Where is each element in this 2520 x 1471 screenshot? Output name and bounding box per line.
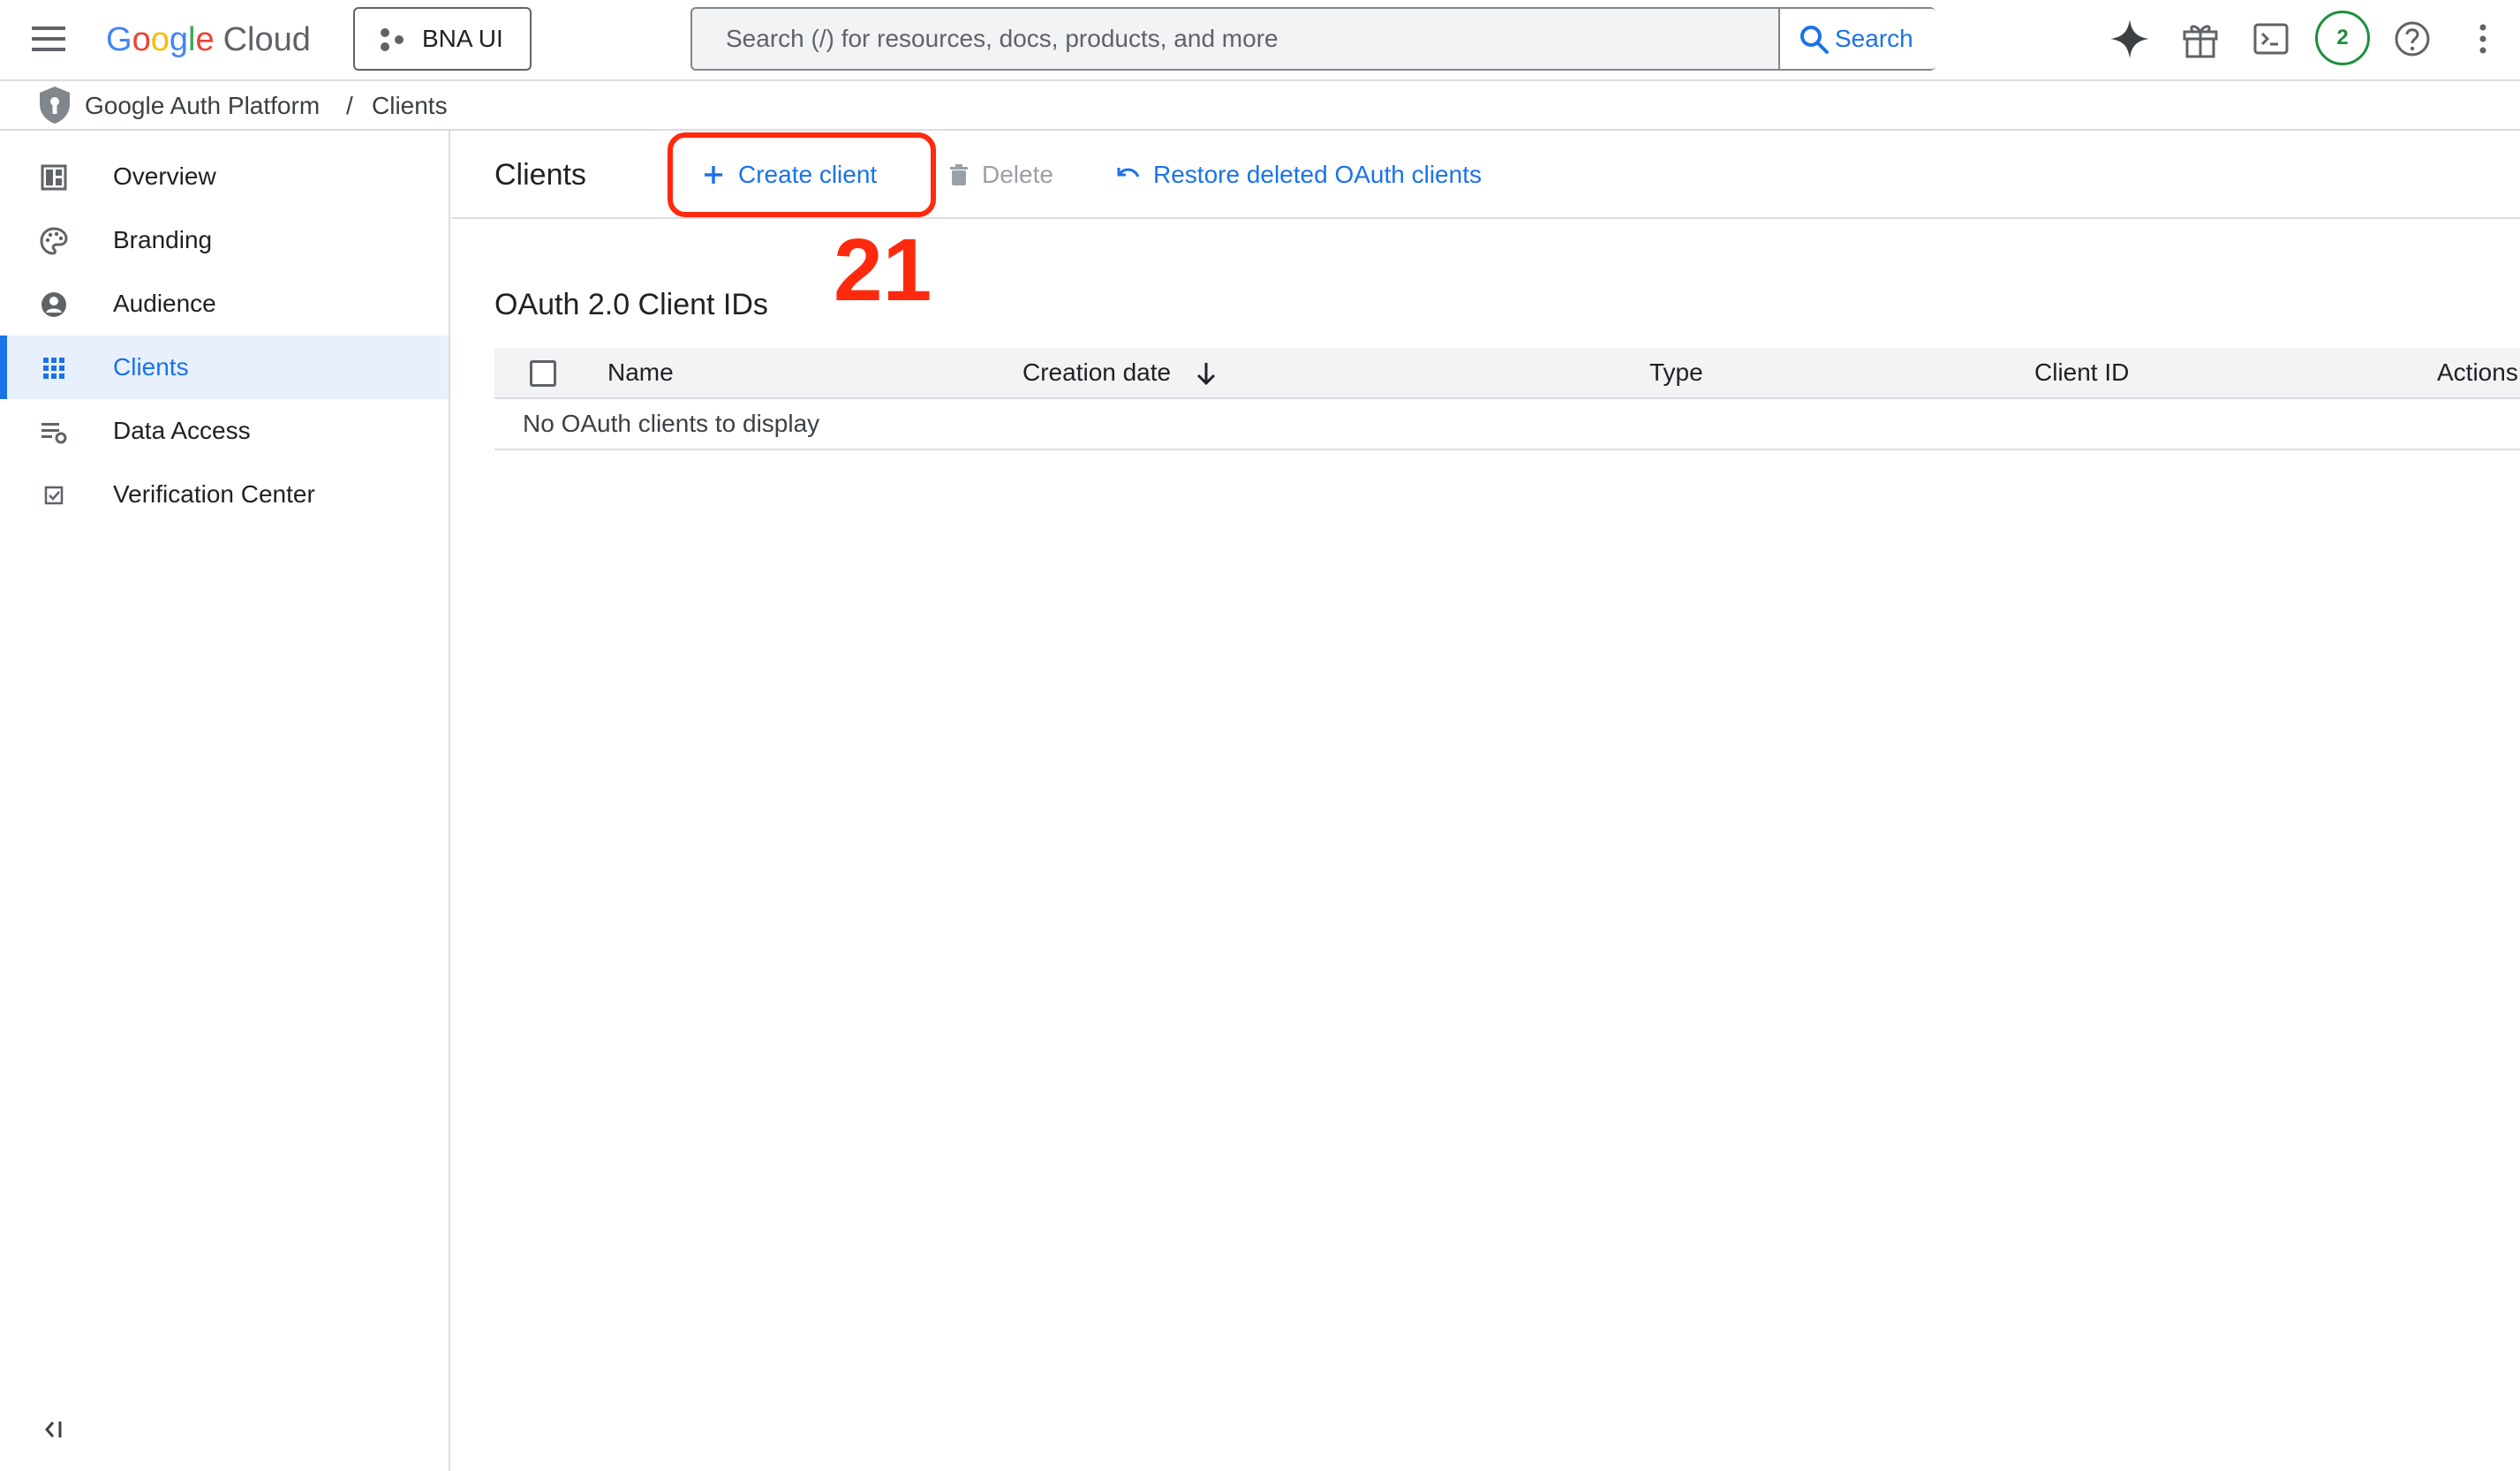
restore-deleted-clients-button[interactable]: Restore deleted OAuth clients [1116, 150, 1522, 200]
more-vert-icon[interactable] [2460, 16, 2506, 62]
sidebar-item-label: Verification Center [113, 480, 315, 508]
empty-table-message: No OAuth clients to display [523, 410, 820, 437]
shield-lock-icon [37, 85, 72, 125]
palette-icon [40, 227, 68, 255]
column-header-creation-date[interactable]: Creation date [1022, 348, 1171, 397]
gemini-sparkle-icon[interactable] [2107, 16, 2153, 62]
search-bar: Search [690, 7, 1935, 71]
column-header-type[interactable]: Type [1649, 348, 1703, 397]
sidebar-item-label: Clients [113, 353, 189, 381]
sidebar-item-label: Data Access [113, 417, 251, 444]
sidebar-item-audience[interactable]: Audience [0, 272, 449, 336]
sidebar-item-clients[interactable]: Clients [0, 336, 449, 399]
table-header [494, 348, 2520, 399]
search-button-label: Search [1835, 25, 1913, 52]
table-row-divider [494, 449, 2520, 450]
sidebar-item-verification-center[interactable]: Verification Center [0, 463, 449, 526]
trash-icon [950, 164, 968, 185]
search-input[interactable] [692, 9, 1777, 69]
search-button[interactable]: Search [1778, 9, 1935, 69]
gift-icon[interactable] [2177, 16, 2223, 62]
account-circle-icon [41, 292, 66, 317]
verified-checkbox-icon [44, 486, 64, 505]
annotation-highlight-box [668, 132, 936, 217]
undo-icon [1117, 168, 1140, 177]
sidebar-item-overview[interactable]: Overview [0, 145, 449, 208]
help-icon[interactable] [2389, 16, 2435, 62]
notification-badge[interactable]: 2 [2315, 11, 2370, 65]
sidebar-item-branding[interactable]: Branding [0, 208, 449, 272]
apps-grid-icon [43, 358, 64, 379]
restore-label: Restore deleted OAuth clients [1153, 161, 1482, 188]
breadcrumb-separator: / [346, 92, 353, 119]
sort-descending-icon[interactable] [1194, 360, 1219, 387]
sidebar-item-data-access[interactable]: Data Access [0, 399, 449, 463]
breadcrumb-item-google-auth-platform[interactable]: Google Auth Platform [85, 85, 320, 127]
annotation-step-number: 21 [834, 221, 932, 320]
sidebar-item-label: Audience [113, 290, 216, 317]
google-cloud-logo[interactable]: Google Cloud [106, 16, 311, 64]
breadcrumb-item-clients: Clients [372, 92, 448, 119]
delete-button[interactable]: Delete [947, 150, 1070, 200]
data-settings-icon [41, 423, 67, 444]
cloud-shell-icon[interactable] [2248, 16, 2294, 62]
column-header-name[interactable]: Name [607, 348, 674, 397]
collapse-panel-icon[interactable] [41, 1416, 71, 1443]
page-title: Clients [494, 158, 586, 192]
dashboard-icon [41, 164, 67, 191]
column-header-client-id[interactable]: Client ID [2034, 348, 2129, 397]
sidebar-item-label: Overview [113, 162, 216, 190]
select-all-checkbox[interactable] [530, 360, 556, 387]
toolbar-divider [452, 217, 2520, 219]
project-nodes-icon [381, 28, 404, 51]
project-name: BNA UI [422, 25, 503, 52]
delete-label: Delete [982, 161, 1053, 188]
section-title: OAuth 2.0 Client IDs [494, 288, 768, 321]
menu-icon[interactable] [30, 23, 69, 55]
sidebar-item-label: Branding [113, 226, 213, 253]
column-header-actions: Actions [2437, 358, 2518, 386]
project-picker-button[interactable]: BNA UI [353, 7, 532, 71]
search-icon [1800, 26, 1829, 54]
